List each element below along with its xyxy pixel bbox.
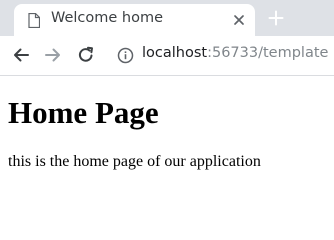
url-host: localhost: [142, 45, 208, 61]
close-icon[interactable]: [232, 13, 246, 27]
page-content: Home Page this is the home page of our a…: [0, 77, 334, 237]
tab-welcome-home[interactable]: Welcome home: [14, 4, 255, 36]
info-icon[interactable]: [117, 47, 134, 64]
document-icon: [28, 13, 40, 28]
address-bar[interactable]: localhost:56733/template: [142, 45, 328, 61]
page-description: this is the home page of our application: [8, 153, 261, 170]
tab-strip: Welcome home: [0, 0, 334, 36]
tab-title: Welcome home: [51, 10, 164, 26]
arrow-right-icon[interactable]: [43, 45, 63, 65]
url-port-path: :56733/template: [207, 45, 329, 61]
plus-icon[interactable]: [268, 10, 284, 26]
arrow-left-icon[interactable]: [11, 45, 31, 65]
page-title: Home Page: [8, 95, 159, 130]
browser-toolbar: localhost:56733/template: [0, 36, 334, 76]
reload-icon[interactable]: [76, 45, 96, 65]
